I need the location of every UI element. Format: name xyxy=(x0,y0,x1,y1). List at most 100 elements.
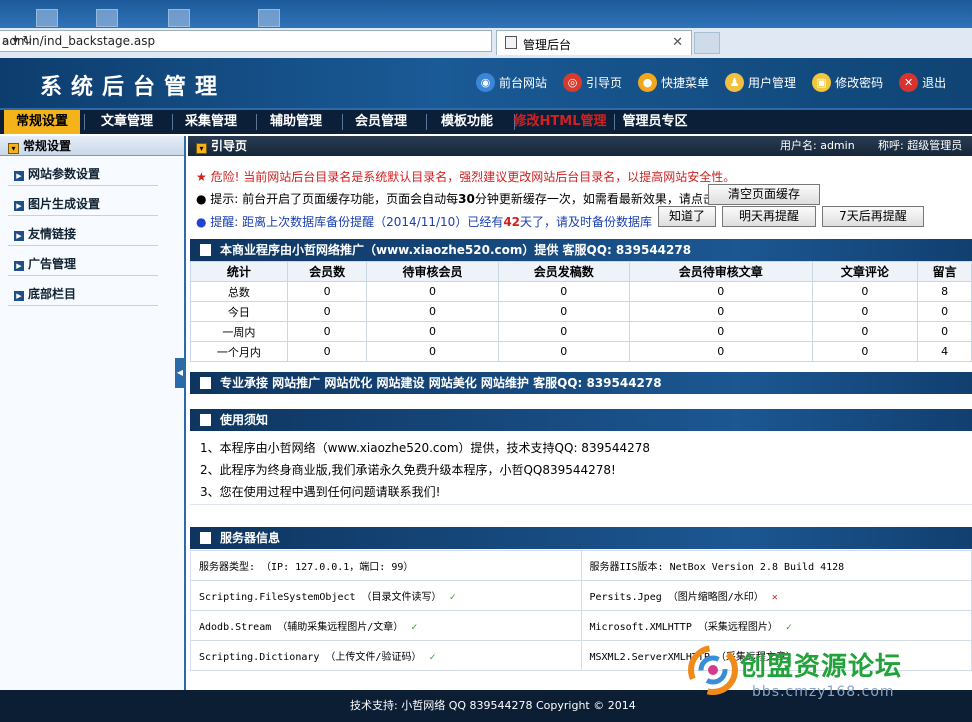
table-cell: 0 xyxy=(628,281,813,302)
menu-item[interactable]: 文章管理 xyxy=(86,110,168,134)
address-bar[interactable]: admin/ind_backstage.asp ⌕ ▾ ↻ xyxy=(0,30,492,52)
blue-bullet-icon: ● xyxy=(196,215,211,229)
arrow-right-icon: ▶ xyxy=(14,291,24,301)
globe-icon: ◉ xyxy=(476,73,495,92)
app-header: 系统后台管理 ◉ 前台网站 ◎ 引导页 ● 快捷菜单 ♟ 用户管理 ▣ 修改密码 ✕ 退出 xyxy=(0,58,972,108)
acknowledge-button[interactable]: 知道了 xyxy=(658,206,716,227)
tip-alert: ● 提示: 前台开启了页面缓存功能，页面会自动每30分钟更新缓存一次，如需看最新… xyxy=(196,190,966,207)
menu-item[interactable]: 采集管理 xyxy=(170,110,252,134)
table-cell: 0 xyxy=(497,341,630,362)
server-panel-header: 服务器信息 xyxy=(190,527,972,549)
lock-icon: ▣ xyxy=(812,73,832,92)
sidebar-item[interactable]: ▶ 友情链接 xyxy=(8,224,158,246)
sidebar-items: ▶ 网站参数设置 ▶ 图片生成设置 ▶ 友情链接 ▶ 广告管理 ▶ 底部栏目 xyxy=(0,164,184,306)
table-cell: 4 xyxy=(917,341,972,362)
document-icon xyxy=(200,244,211,256)
table-cell: 0 xyxy=(811,281,919,302)
sidebar-item-label: 网站参数设置 xyxy=(28,167,101,181)
notice-body: 1、本程序由小哲网络（www.xiaozhe520.com）提供，技术支持QQ:… xyxy=(190,431,972,505)
address-controls[interactable]: ⌕ ▾ ↻ xyxy=(2,33,485,48)
table-cell: 总数 xyxy=(190,281,288,302)
new-tab-button[interactable] xyxy=(694,32,720,54)
list-icon xyxy=(200,532,211,544)
table-cell: 0 xyxy=(286,321,368,342)
column-header: 文章评论 xyxy=(811,261,919,282)
server-title: 服务器信息 xyxy=(220,531,281,545)
collapse-arrow-icon[interactable]: ▾ xyxy=(8,143,19,154)
table-cell: 0 xyxy=(628,301,813,322)
table-cell: 0 xyxy=(366,301,499,322)
breadcrumb-label: 引导页 xyxy=(211,139,248,153)
browser-tab[interactable]: 管理后台 ✕ xyxy=(496,30,692,55)
sidebar-item[interactable]: ▶ 图片生成设置 xyxy=(8,194,158,216)
watermark-url: bbs.cmzy168.com xyxy=(752,684,895,700)
current-user: 用户名: admin xyxy=(780,139,855,152)
header-link-label: 快捷菜单 xyxy=(661,76,710,90)
check-icon: ✓ xyxy=(429,652,436,663)
column-header: 会员数 xyxy=(286,261,368,282)
desktop-icon xyxy=(96,9,118,27)
header-link[interactable]: ♟ 用户管理 xyxy=(725,73,796,92)
sidebar-header: ▾ 常规设置 xyxy=(0,136,184,156)
server-cell-text: Microsoft.XMLHTTP （采集远程图片） xyxy=(589,622,778,633)
sidebar-toggle-button[interactable]: ◀ xyxy=(175,358,185,388)
header-link[interactable]: ◉ 前台网站 xyxy=(476,73,547,92)
header-nav: ◉ 前台网站 ◎ 引导页 ● 快捷菜单 ♟ 用户管理 ▣ 修改密码 ✕ 退出 xyxy=(476,73,962,92)
tip-text-2: 分钟更新缓存一次，如需看最新效果，请点击 xyxy=(474,192,715,206)
lifebuoy-icon: ◎ xyxy=(563,73,583,92)
main-menu: 常规设置 文章管理 采集管理 辅助管理 会员管理 模板功能 修改HTML管理 管理员专区 xyxy=(0,108,972,134)
remind-tomorrow-button[interactable]: 明天再提醒 xyxy=(722,206,816,227)
watermark-logo-icon xyxy=(688,645,738,695)
menu-item[interactable]: 修改HTML管理 xyxy=(510,110,610,134)
header-link[interactable]: ● 快捷菜单 xyxy=(638,73,709,92)
desktop-icon xyxy=(36,9,58,27)
table-row: 一个月内 0 0 0 0 0 4 xyxy=(190,341,972,362)
server-cell-text: 服务器类型: （IP: 127.0.0.1，端口: 99） xyxy=(199,562,414,573)
page-favicon-icon xyxy=(505,36,517,49)
header-link-label: 修改密码 xyxy=(835,76,884,90)
arrow-right-icon: ▶ xyxy=(14,231,24,241)
reminder-days: 42 xyxy=(503,215,521,229)
sidebar-item[interactable]: ▶ 广告管理 xyxy=(8,254,158,276)
table-cell: 0 xyxy=(366,341,499,362)
app-title: 系统后台管理 xyxy=(40,74,227,100)
table-cell: 8 xyxy=(917,281,972,302)
arrow-right-icon: ▶ xyxy=(14,261,24,271)
main-content: ▾ 引导页 用户名: admin 称呼: 超级管理员 ★ 危险! 当前网站后台目录… xyxy=(188,136,972,690)
column-header: 会员待审核文章 xyxy=(628,261,813,282)
header-link-label: 前台网站 xyxy=(499,76,548,90)
table-cell: 0 xyxy=(366,281,499,302)
reminder-text-2: 天了，请及时备份数据库 xyxy=(520,215,653,229)
table-cell: 0 xyxy=(497,321,630,342)
remind-week-button[interactable]: 7天后再提醒 xyxy=(822,206,924,227)
table-cell: 一周内 xyxy=(190,321,288,342)
table-cell: 今日 xyxy=(190,301,288,322)
sidebar-item[interactable]: ▶ 网站参数设置 xyxy=(8,164,158,186)
promo-text: 专业承接 网站推广 网站优化 网站建设 网站美化 网站维护 客服QQ: 8395… xyxy=(220,376,662,390)
sidebar-item[interactable]: ▶ 底部栏目 xyxy=(8,284,158,306)
server-cell-text: Scripting.Dictionary （上传文件/验证码） xyxy=(199,652,422,663)
tab-close-icon[interactable]: ✕ xyxy=(672,35,683,50)
danger-alert: ★ 危险! 当前网站后台目录名是系统默认目录名，强烈建议更改网站后台目录名，以提… xyxy=(196,168,966,185)
tip-text: 提示: 前台开启了页面缓存功能，页面会自动每 xyxy=(210,192,459,206)
menu-item[interactable]: 辅助管理 xyxy=(254,110,338,134)
menu-item[interactable]: 会员管理 xyxy=(340,110,422,134)
header-link[interactable]: ✕ 退出 xyxy=(899,73,946,92)
menu-item[interactable]: 管理员专区 xyxy=(612,110,698,134)
cross-icon: ✕ xyxy=(771,592,778,603)
promo-banner: 专业承接 网站推广 网站优化 网站建设 网站美化 网站维护 客服QQ: 8395… xyxy=(190,372,972,394)
header-link[interactable]: ◎ 引导页 xyxy=(563,73,622,92)
clear-cache-button[interactable]: 清空页面缓存 xyxy=(708,184,820,205)
header-link[interactable]: ▣ 修改密码 xyxy=(812,73,883,92)
reminder-text: 提醒: 距离上次数据库备份提醒（2014/11/10）已经有 xyxy=(210,215,504,229)
table-cell: 0 xyxy=(811,341,919,362)
server-cell: Adodb.Stream （辅助采集远程图片/文章） ✓ xyxy=(190,610,582,641)
column-header: 会员发稿数 xyxy=(497,261,630,282)
menu-item[interactable]: 模板功能 xyxy=(424,110,510,134)
menu-item[interactable]: 常规设置 xyxy=(4,110,80,134)
server-cell: Scripting.FileSystemObject （目录文件读写） ✓ xyxy=(190,580,582,611)
server-cell: Scripting.Dictionary （上传文件/验证码） ✓ xyxy=(190,640,582,671)
tab-title[interactable]: 管理后台 xyxy=(523,36,571,53)
server-cell-text: 服务器IIS版本: NetBox Version 2.8 Build 4128 xyxy=(589,562,845,573)
notice-line: 1、本程序由小哲网络（www.xiaozhe520.com）提供，技术支持QQ:… xyxy=(200,441,651,455)
